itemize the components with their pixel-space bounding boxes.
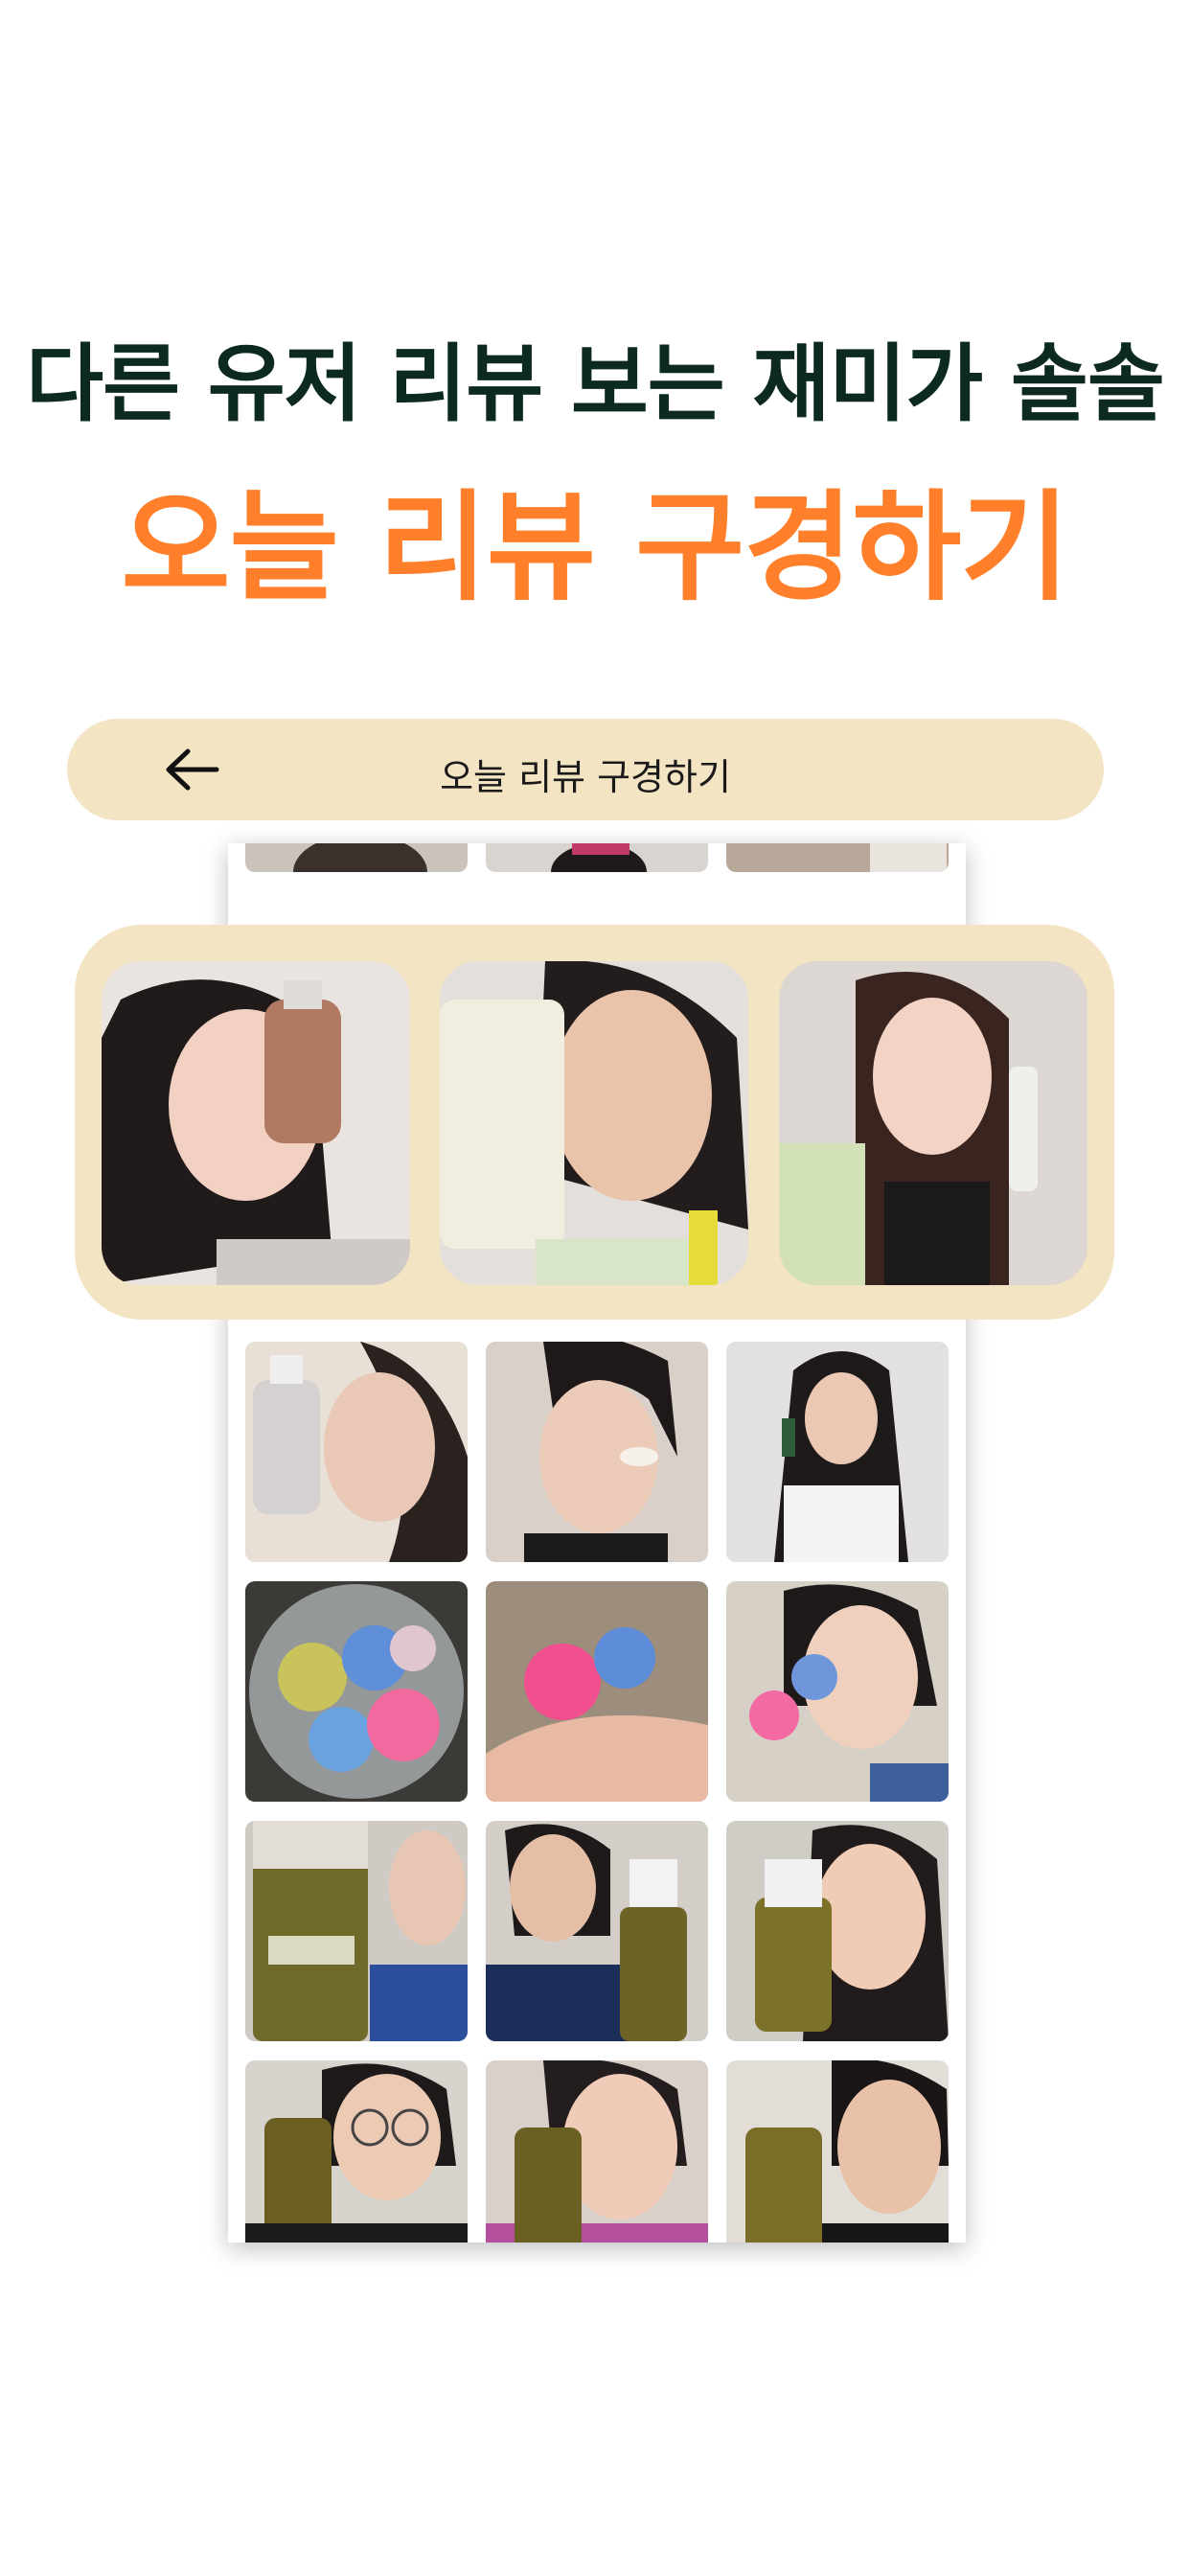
review-photo[interactable] [245, 1581, 468, 1802]
promo-headline-line2: 오늘 리뷰 구경하기 [121, 479, 1070, 617]
review-photo[interactable] [486, 2060, 708, 2242]
review-photo[interactable] [245, 2060, 468, 2242]
featured-review-photo[interactable] [779, 961, 1087, 1285]
header-bar: 오늘 리뷰 구경하기 [67, 719, 1104, 820]
promo-headline-line1: 다른 유저 리뷰 보는 재미가 솔솔 [26, 334, 1165, 433]
review-photo[interactable] [726, 843, 949, 872]
review-photo[interactable] [726, 1342, 949, 1562]
featured-review-photo[interactable] [102, 961, 410, 1285]
featured-review-photo[interactable] [440, 961, 748, 1285]
review-photo[interactable] [726, 1581, 949, 1802]
review-photo[interactable] [486, 1821, 708, 2041]
featured-reviews-row [75, 925, 1114, 1320]
review-photo[interactable] [486, 1342, 708, 1562]
review-photo[interactable] [245, 1821, 468, 2041]
review-photo[interactable] [245, 843, 468, 872]
review-photo[interactable] [486, 843, 708, 872]
review-photo[interactable] [486, 1581, 708, 1802]
review-photo[interactable] [726, 2060, 949, 2242]
review-photo[interactable] [726, 1821, 949, 2041]
page-title: 오늘 리뷰 구경하기 [440, 756, 731, 798]
review-photo[interactable] [245, 1342, 468, 1562]
